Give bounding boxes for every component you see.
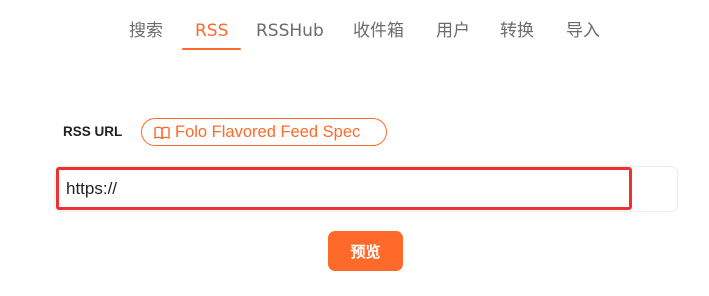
feed-spec-link[interactable]: Folo Flavored Feed Spec <box>141 118 387 146</box>
tab-rsshub[interactable]: RSSHub <box>256 19 324 43</box>
book-open-icon <box>154 125 170 140</box>
tab-search[interactable]: 搜索 <box>129 19 163 43</box>
feed-spec-link-label: Folo Flavored Feed Spec <box>175 123 361 141</box>
rss-url-label: RSS URL <box>63 124 123 139</box>
tab-inbox[interactable]: 收件箱 <box>353 19 404 43</box>
tab-import[interactable]: 导入 <box>566 19 600 43</box>
tab-transform[interactable]: 转换 <box>500 19 534 43</box>
tab-rss[interactable]: RSS <box>195 19 228 43</box>
preview-button[interactable]: 预览 <box>328 231 403 271</box>
tab-users[interactable]: 用户 <box>436 19 470 43</box>
rss-url-input[interactable] <box>66 174 626 204</box>
active-tab-indicator <box>182 48 241 50</box>
tab-bar: 搜索 RSS RSSHub 收件箱 用户 转换 导入 <box>0 0 709 52</box>
